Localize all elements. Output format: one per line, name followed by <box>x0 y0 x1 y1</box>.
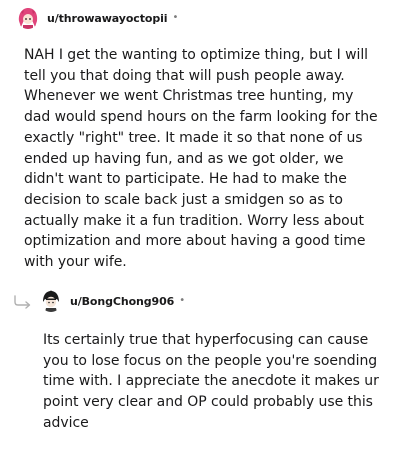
comment-body: Its certainly true that hyperfocusing ca… <box>43 332 379 431</box>
black-haired-avatar-icon[interactable] <box>40 290 62 312</box>
reply-arrow-icon <box>13 294 33 309</box>
comment-body: NAH I get the wanting to optimize thing,… <box>24 47 378 271</box>
comment-header: u/BongChong906 • <box>40 289 185 313</box>
separator-dot: • <box>172 12 179 23</box>
comment-username[interactable]: u/throwawayoctopii <box>47 12 168 25</box>
separator-dot: • <box>179 295 186 306</box>
comment-username[interactable]: u/BongChong906 <box>70 295 174 308</box>
comment-header: u/throwawayoctopii • <box>17 6 178 30</box>
pink-haired-avatar-icon[interactable] <box>17 7 39 29</box>
